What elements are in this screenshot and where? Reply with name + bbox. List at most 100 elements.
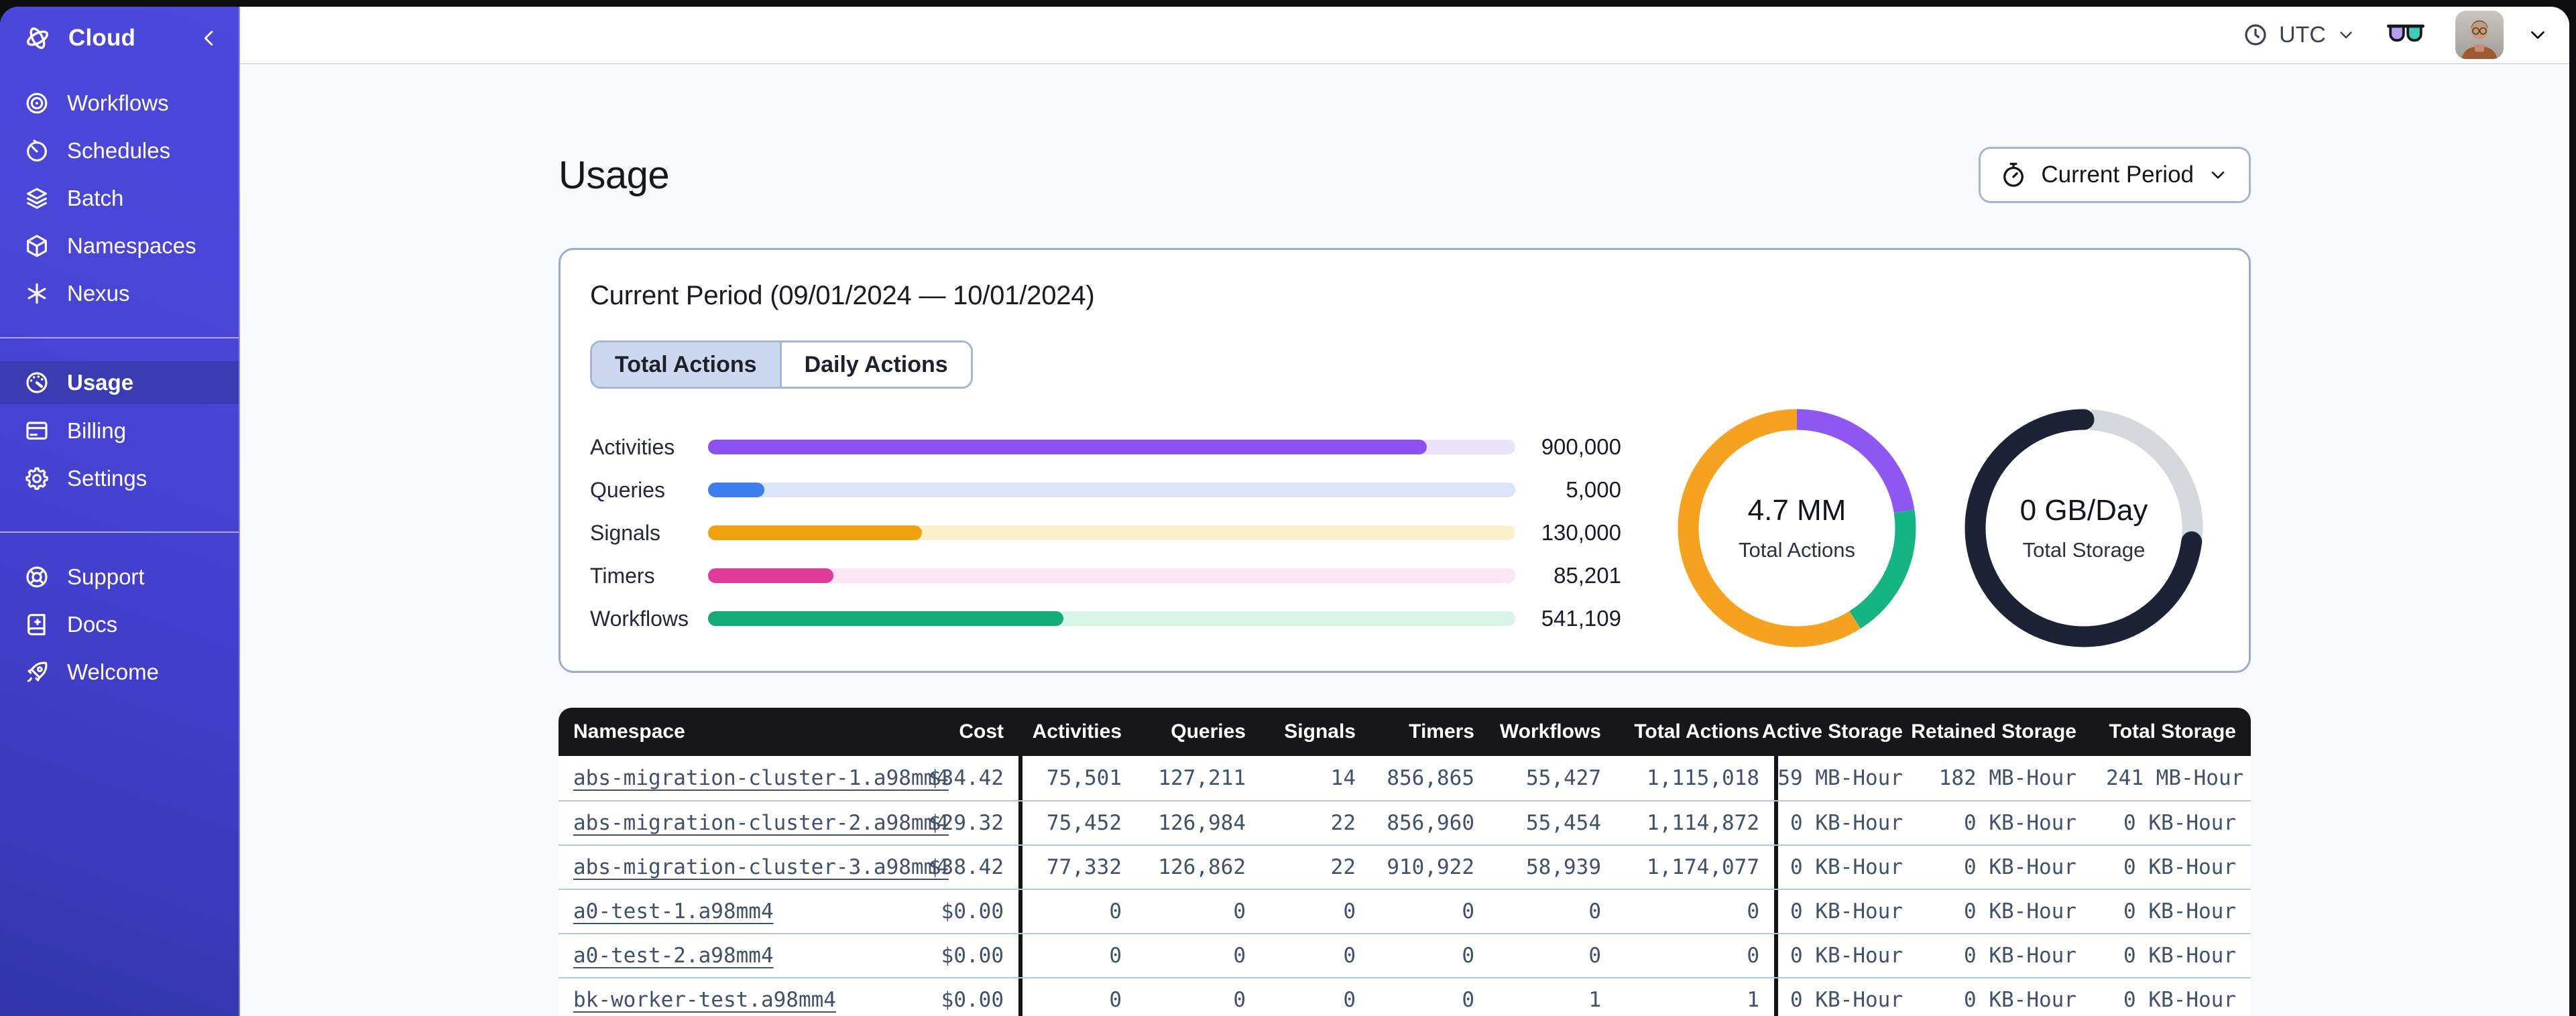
column-header-total-storage: Total Storage: [2109, 720, 2236, 743]
namespace-link[interactable]: a0-test-1.a98mm4: [573, 899, 774, 924]
cell-activities: 75,452: [1018, 802, 1136, 844]
cell-queries: 126,984: [1158, 811, 1246, 835]
sidebar-item-label: Batch: [67, 185, 124, 210]
cell-total-actions: 0: [1747, 944, 1759, 968]
cell-retained-storage: 0 KB-Hour: [1964, 855, 2076, 879]
sidebar-item-workflows[interactable]: Workflows: [0, 79, 239, 127]
namespace-cell: abs-migration-cluster-1.a98mm4: [559, 766, 949, 790]
table-row: abs-migration-cluster-1.a98mm4 $34.42 75,5…: [559, 756, 2251, 800]
bar-value: 5,000: [1566, 477, 1621, 502]
bar-label: Workflows: [590, 606, 689, 631]
sidebar-item-label: Usage: [67, 370, 134, 395]
actions-tab-group: Total Actions Daily Actions: [590, 340, 973, 389]
cell-total-actions: 1,115,018: [1647, 766, 1759, 790]
namespace-cell: abs-migration-cluster-2.a98mm4: [559, 811, 949, 835]
feedback-glasses-icon[interactable]: [2387, 22, 2424, 48]
namespace-link[interactable]: bk-worker-test.a98mm4: [573, 988, 836, 1012]
usage-bar-row-workflows: Workflows 541,109: [590, 606, 1621, 631]
nexus-icon: [23, 280, 50, 307]
usage-bar-row-signals: Signals 130,000: [590, 520, 1621, 545]
sidebar-item-label: Welcome: [67, 659, 159, 684]
sidebar-item-usage[interactable]: Usage: [0, 361, 239, 404]
sidebar-item-docs[interactable]: Docs: [0, 600, 239, 648]
cell-retained-storage: 0 KB-Hour: [1964, 899, 2076, 924]
table-row: bk-worker-test.a98mm4 $0.00 0 0 0 0 1 1 0 KB-Hou…: [559, 977, 2251, 1016]
cell-workflows: 55,454: [1526, 811, 1601, 835]
cell-active-storage: 0 KB-Hour: [1774, 978, 1918, 1016]
sidebar-item-support[interactable]: Support: [0, 553, 239, 600]
actions-bar-chart: Activities 900,000 Queries 5,000 Signals 130,…: [590, 433, 1621, 631]
content-area: Usage Current Period Current Period (09/…: [240, 64, 2569, 1016]
table-row: abs-migration-cluster-3.a98mm4 $38.42 77,3…: [559, 844, 2251, 889]
bar-fill: [708, 483, 765, 497]
tab-total-actions[interactable]: Total Actions: [592, 342, 780, 387]
page-title: Usage: [559, 153, 670, 197]
cell-total-storage: 0 KB-Hour: [2123, 811, 2236, 835]
column-header-queries: Queries: [1171, 720, 1246, 743]
namespace-link[interactable]: a0-test-2.a98mm4: [573, 944, 774, 968]
workflows-icon: [23, 90, 50, 117]
cell-total-storage: 241 MB-Hour: [2106, 766, 2244, 790]
sidebar-nav-footer: Support Docs Welcome: [0, 533, 239, 725]
sidebar-item-nexus[interactable]: Nexus: [0, 269, 239, 317]
total-storage-donut-chart: 0 GB/Day Total Storage: [1965, 409, 2203, 647]
sidebar-item-schedules[interactable]: Schedules: [0, 127, 239, 174]
clock-icon: [2242, 21, 2269, 48]
sidebar-item-welcome[interactable]: Welcome: [0, 648, 239, 696]
cell-timers: 910,922: [1387, 855, 1474, 879]
usage-bar-row-queries: Queries 5,000: [590, 477, 1621, 502]
cell-total-actions: 1,114,872: [1647, 811, 1759, 835]
cell-total-actions: 1,174,077: [1647, 855, 1759, 879]
sidebar-item-label: Docs: [67, 611, 118, 637]
cell-retained-storage: 182 MB-Hour: [1938, 766, 2076, 790]
namespace-cell: bk-worker-test.a98mm4: [559, 988, 854, 1012]
user-avatar[interactable]: [2455, 11, 2504, 59]
usage-table: Namespace Cost Activities Queries Signals Tim…: [559, 708, 2251, 1016]
cell-cost: $38.42: [929, 855, 1004, 879]
user-menu-chevron-icon[interactable]: [2526, 23, 2549, 46]
sidebar-item-namespaces[interactable]: Namespaces: [0, 222, 239, 269]
collapse-sidebar-button[interactable]: [197, 26, 221, 50]
bar-label: Timers: [590, 563, 655, 588]
bar-label: Activities: [590, 434, 675, 459]
bar-track: [708, 568, 1515, 583]
column-header-workflows: Workflows: [1499, 720, 1601, 743]
sidebar-item-billing[interactable]: Billing: [0, 407, 239, 454]
cell-queries: 0: [1233, 899, 1246, 924]
timezone-label: UTC: [2279, 21, 2326, 48]
cell-workflows: 1: [1588, 988, 1601, 1012]
period-selector-button[interactable]: Current Period: [1979, 147, 2251, 203]
sidebar-item-label: Workflows: [67, 90, 169, 115]
bar-fill: [708, 611, 1063, 626]
sidebar-item-settings[interactable]: Settings: [0, 454, 239, 502]
bar-value: 130,000: [1541, 520, 1621, 545]
cell-workflows: 58,939: [1526, 855, 1601, 879]
bar-track: [708, 611, 1515, 626]
usage-bar-row-timers: Timers 85,201: [590, 563, 1621, 588]
cell-workflows: 0: [1588, 944, 1601, 968]
table-body: abs-migration-cluster-1.a98mm4 $34.42 75,5…: [559, 756, 2251, 1016]
column-header-total-actions: Total Actions: [1634, 720, 1759, 743]
cell-retained-storage: 0 KB-Hour: [1964, 944, 2076, 968]
period-button-label: Current Period: [2041, 162, 2194, 188]
cell-timers: 0: [1462, 988, 1474, 1012]
timezone-selector[interactable]: UTC: [2242, 21, 2356, 48]
table-header-row: Namespace Cost Activities Queries Signals Tim…: [559, 708, 2251, 756]
bar-value: 900,000: [1541, 434, 1621, 459]
card-title: Current Period (09/01/2024 — 10/01/2024): [590, 281, 1095, 310]
cell-activities: 75,501: [1018, 756, 1136, 800]
sidebar-item-label: Schedules: [67, 137, 171, 163]
cell-timers: 856,865: [1387, 766, 1474, 790]
sidebar-item-label: Support: [67, 564, 145, 589]
column-header-signals: Signals: [1284, 720, 1356, 743]
tab-daily-actions[interactable]: Daily Actions: [779, 342, 971, 387]
billing-card-icon: [23, 418, 50, 444]
cell-signals: 0: [1343, 899, 1356, 924]
column-header-namespace: Namespace: [573, 720, 685, 743]
cell-active-storage: 59 MB-Hour: [1774, 756, 1918, 800]
sidebar-item-batch[interactable]: Batch: [0, 174, 239, 222]
sidebar-item-label: Settings: [67, 465, 148, 491]
usage-bar-row-activities: Activities 900,000: [590, 434, 1621, 459]
batch-icon: [23, 185, 50, 212]
cell-activities: 0: [1018, 934, 1136, 977]
